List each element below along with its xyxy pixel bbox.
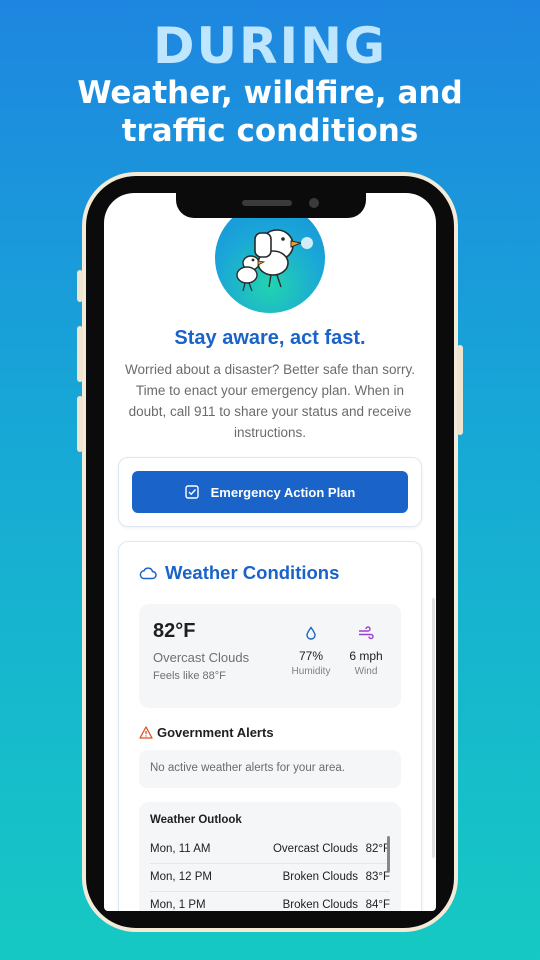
app-logo-birds (215, 203, 325, 313)
action-plan-card: Emergency Action Plan (118, 457, 422, 527)
phone-side-button (77, 270, 83, 302)
warning-triangle-icon (139, 726, 153, 739)
wind-label: Wind (354, 666, 378, 677)
headline-during: DURING (152, 17, 388, 75)
cloud-icon (139, 567, 157, 580)
humidity-drop-icon (306, 626, 316, 640)
promo-headline: DURING Weather, wildfire, and traffic co… (0, 18, 540, 150)
checkbox-icon (184, 485, 199, 499)
headline-line-2: traffic conditions (121, 113, 419, 149)
phone-volume-down-button (77, 396, 83, 452)
weather-conditions-title: Weather Conditions (165, 562, 340, 583)
outlook-time: Mon, 11 AM (150, 843, 211, 855)
wind-metric: 6 mph Wind (338, 626, 394, 677)
humidity-value: 77% (298, 649, 324, 663)
notch-speaker (242, 200, 292, 206)
outlook-temp: 84°F (365, 899, 390, 911)
weather-outlook-panel[interactable]: Weather Outlook Mon, 11 AM Overcast Clou… (139, 802, 401, 911)
government-alerts-title: Government Alerts (157, 725, 274, 740)
weather-card: Weather Conditions 82°F Overcast Clouds … (118, 541, 422, 911)
phone-power-button (457, 345, 463, 435)
emergency-action-plan-label: Emergency Action Plan (210, 484, 356, 500)
intro-text: Worried about a disaster? Better safe th… (125, 362, 415, 440)
outlook-row: Mon, 11 AM Overcast Clouds 82°F (150, 836, 390, 864)
page-scrollbar[interactable] (432, 598, 435, 858)
outlook-row: Mon, 1 PM Broken Clouds 84°F (150, 892, 390, 911)
humidity-label: Humidity (291, 666, 331, 677)
wind-value: 6 mph (349, 649, 383, 663)
outlook-row: Mon, 12 PM Broken Clouds 83°F (150, 864, 390, 892)
outlook-condition: Overcast Clouds (272, 843, 358, 855)
phone-volume-up-button (77, 326, 83, 382)
page-title: Stay aware, act fast. (174, 327, 366, 349)
weather-conditions-heading: Weather Conditions (139, 562, 339, 584)
headline-line-1: Weather, wildfire, and (77, 75, 463, 111)
current-condition: Overcast Clouds (153, 650, 250, 665)
outlook-condition: Broken Clouds (282, 871, 358, 883)
phone-screen: Stay aware, act fast. Worried about a di… (104, 193, 436, 911)
bird-logo-icon (236, 229, 313, 292)
outlook-temp: 83°F (365, 871, 390, 883)
wind-icon (359, 626, 374, 640)
phone-notch (176, 186, 366, 218)
weather-outlook-title: Weather Outlook (150, 814, 242, 826)
outlook-time: Mon, 1 PM (150, 899, 206, 911)
outlook-time: Mon, 12 PM (150, 871, 212, 883)
outlook-scrollbar[interactable] (387, 836, 390, 872)
alerts-message: No active weather alerts for your area. (139, 750, 401, 788)
emergency-action-plan-button[interactable]: Emergency Action Plan (132, 471, 408, 513)
humidity-metric: 77% Humidity (283, 626, 339, 677)
government-alerts-heading: Government Alerts (139, 725, 274, 740)
outlook-condition: Broken Clouds (282, 899, 358, 911)
notch-camera (309, 198, 319, 208)
current-weather-panel: 82°F Overcast Clouds Feels like 88°F 77%… (139, 604, 401, 708)
feels-like: Feels like 88°F (153, 670, 226, 682)
current-temperature: 82°F (153, 620, 196, 642)
